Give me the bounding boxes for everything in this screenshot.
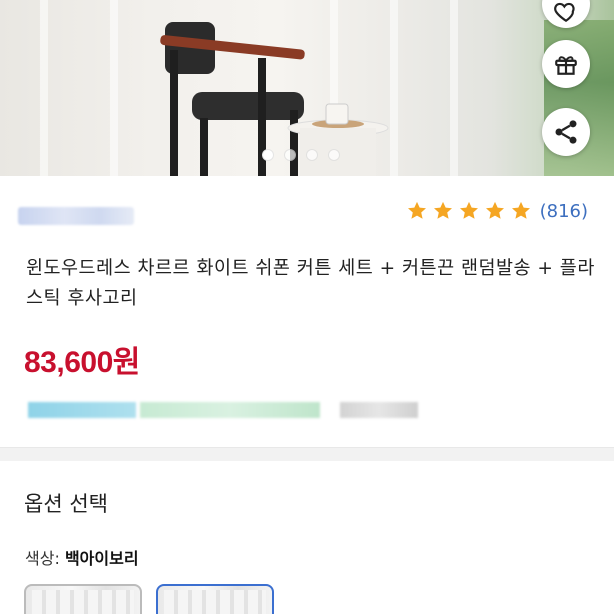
option-section-title: 옵션 선택 (24, 492, 108, 516)
carousel-indicator (262, 149, 340, 161)
product-price: 83,600원 (24, 346, 140, 379)
product-image-carousel[interactable] (0, 0, 614, 176)
gift-button[interactable] (542, 40, 590, 88)
review-count[interactable]: (816) (540, 201, 588, 222)
promo-badge (28, 402, 136, 418)
promo-badge (340, 402, 418, 418)
star-icon (459, 201, 478, 219)
color-label-text: 색상: (25, 549, 60, 568)
color-swatch-selected[interactable] (156, 584, 274, 614)
section-divider (0, 447, 614, 461)
share-icon (555, 120, 577, 144)
promo-badges (28, 402, 418, 418)
star-icon (511, 201, 530, 219)
carousel-dot[interactable] (306, 149, 318, 161)
share-button[interactable] (542, 108, 590, 156)
rating-summary[interactable]: (816) (406, 200, 588, 222)
star-icon (485, 201, 504, 219)
carousel-dot[interactable] (284, 149, 296, 161)
star-icon (433, 201, 452, 219)
seller-name[interactable] (18, 207, 134, 225)
product-title: 윈도우드레스 차르르 화이트 쉬폰 커튼 세트 + 커튼끈 랜덤발송 + 플라스… (26, 258, 595, 309)
color-swatch[interactable] (24, 584, 142, 614)
gift-icon (555, 56, 577, 75)
star-icon (407, 201, 426, 219)
promo-badge (140, 402, 320, 418)
carousel-dot[interactable] (262, 149, 274, 161)
carousel-dot[interactable] (328, 149, 340, 161)
heart-icon (554, 2, 575, 23)
selected-color-value: 백아이보리 (64, 549, 139, 568)
color-option-label: 색상: 백아이보리 (25, 545, 139, 569)
product-detail-page: (816) 윈도우드레스 차르르 화이트 쉬폰 커튼 세트 + 커튼끈 랜덤발송… (0, 0, 614, 614)
